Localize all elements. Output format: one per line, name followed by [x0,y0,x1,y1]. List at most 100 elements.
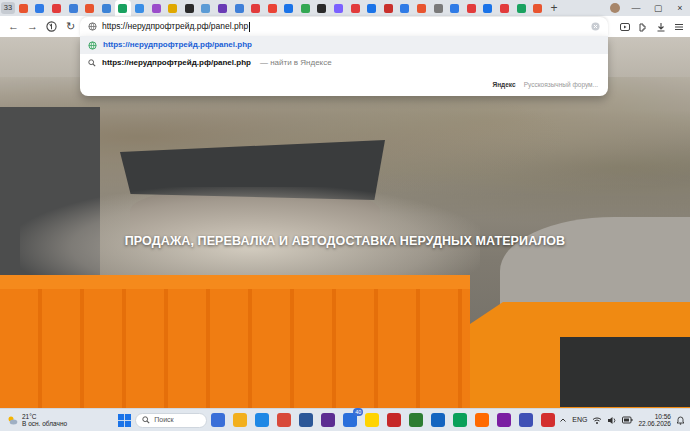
download-icon[interactable] [656,22,666,32]
taskbar-app-icon[interactable] [277,413,291,427]
browser-tab[interactable] [363,0,380,16]
favicon-icon [102,4,111,13]
clear-button[interactable] [591,22,600,31]
address-bar[interactable]: https://нерудпрофтрейд.рф/panel.phphttps… [80,17,608,36]
taskbar-app-icon[interactable] [387,413,401,427]
favicon-icon [168,4,177,13]
bell-icon[interactable] [676,415,685,425]
browser-tab[interactable] [330,0,347,16]
browser-tab[interactable] [181,0,198,16]
menu-icon[interactable] [674,22,684,32]
suggestion-url[interactable]: https://нерудпрофтрейд.рф/panel.php [103,39,252,51]
weather-desc: В осн. облачно [22,420,67,427]
battery-icon[interactable] [622,416,633,424]
taskbar-app-icon[interactable] [233,413,247,427]
browser-tab[interactable] [65,0,82,16]
suggestion-kind [88,41,97,50]
language-indicator[interactable]: ENG [572,415,587,426]
browser-tab[interactable] [32,0,49,16]
browser-window: 33+—▢× ←→↻https://нерудпрофтрейд.рф/pane… [0,0,690,431]
browser-tab[interactable] [347,0,364,16]
address-text[interactable]: https://нерудпрофтрейд.рф/panel.php [102,20,248,33]
toolbar: ←→↻https://нерудпрофтрейд.рф/panel.phpht… [0,16,690,37]
browser-tab[interactable] [164,0,181,16]
browser-tab[interactable] [247,0,264,16]
browser-tab[interactable] [98,0,115,16]
browser-tab[interactable] [314,0,331,16]
clear-icon [591,22,600,31]
temperature: 21°C [22,413,67,420]
favicon-icon [152,4,161,13]
extensions-icon[interactable] [638,22,648,32]
browser-tab[interactable] [413,0,430,16]
back-button[interactable]: ← [4,21,23,32]
address-field[interactable]: https://нерудпрофтрейд.рф/panel.php [80,17,608,36]
browser-tab[interactable] [446,0,463,16]
browser-tab[interactable] [115,0,132,16]
browser-tab[interactable] [480,0,497,16]
browser-tab[interactable] [397,0,414,16]
window-control-button[interactable]: × [670,0,690,16]
browser-tab[interactable] [15,0,32,16]
browser-tab[interactable] [148,0,165,16]
new-tab-button[interactable]: + [546,2,562,14]
favicon-icon [135,4,144,13]
favicon-icon [235,4,244,13]
clock[interactable]: 10:5622.06.2026 [638,413,671,428]
browser-tab[interactable] [463,0,480,16]
wifi-icon[interactable] [592,416,602,425]
browser-tab[interactable] [281,0,298,16]
taskbar-app-icon[interactable] [409,413,423,427]
search-engine[interactable]: Русскоязычный форум... [524,80,598,90]
taskbar-app-icon[interactable] [211,413,225,427]
search-icon [142,416,150,424]
browser-tab[interactable] [496,0,513,16]
taskbar-app-icon[interactable] [519,413,533,427]
chevron-up-icon[interactable] [559,416,567,424]
browser-tab[interactable] [529,0,546,16]
browser-tab[interactable] [81,0,98,16]
suggestion-query[interactable]: https://нерудпрофтрейд.рф/panel.php [102,57,251,69]
window-control-button[interactable]: — [626,0,646,16]
browser-tab[interactable] [297,0,314,16]
window-control-button[interactable]: ▢ [648,0,668,16]
taskbar-app-icon[interactable] [255,413,269,427]
taskbar-app-icon[interactable] [453,413,467,427]
search-label: Поиск [154,415,173,426]
browser-tab[interactable] [131,0,148,16]
taskbar-search[interactable]: Поиск [135,413,207,428]
browser-tab[interactable] [513,0,530,16]
taskbar-app-icon[interactable] [431,413,445,427]
suggestion-row[interactable]: https://нерудпрофтрейд.рф/panel.php [80,36,608,54]
browser-tab[interactable] [48,0,65,16]
taskbar-app-icon[interactable] [541,413,555,427]
browser-tab[interactable] [231,0,248,16]
browser-tab[interactable] [380,0,397,16]
browser-tab[interactable] [214,0,231,16]
system-tray: ENG 10:5622.06.2026 [559,413,690,428]
taskbar-app-icon[interactable] [497,413,511,427]
video-icon[interactable] [620,22,630,32]
forward-button[interactable]: → [23,21,42,32]
speaker-icon[interactable] [607,416,617,425]
browser-tab[interactable] [264,0,281,16]
taskbar-app-icon[interactable] [475,413,489,427]
taskbar-app-icon[interactable]: 40 [343,413,357,427]
windows-start-icon[interactable] [118,414,131,427]
search-engine[interactable]: Яндекс [493,80,516,90]
clock-time: 10:56 [655,413,671,420]
tab-count-button[interactable]: 33 [1,2,15,14]
browser-tab[interactable] [430,0,447,16]
reload-button[interactable]: ↻ [61,21,80,32]
taskbar-app-icon[interactable] [365,413,379,427]
yandex-button[interactable] [42,21,61,32]
taskbar-app-icon[interactable] [299,413,313,427]
suggestion-row[interactable]: https://нерудпрофтрейд.рф/panel.php— най… [80,54,608,72]
favicon-icon [201,4,210,13]
favicon-icon [218,4,227,13]
weather-widget[interactable]: 21°CВ осн. облачно [0,413,118,427]
browser-tab[interactable] [198,0,215,16]
taskbar: 21°CВ осн. облачно Поиск 40 ENG 10:5622.06.2… [0,408,690,431]
profile-avatar-icon[interactable] [610,3,620,13]
taskbar-app-icon[interactable] [321,413,335,427]
